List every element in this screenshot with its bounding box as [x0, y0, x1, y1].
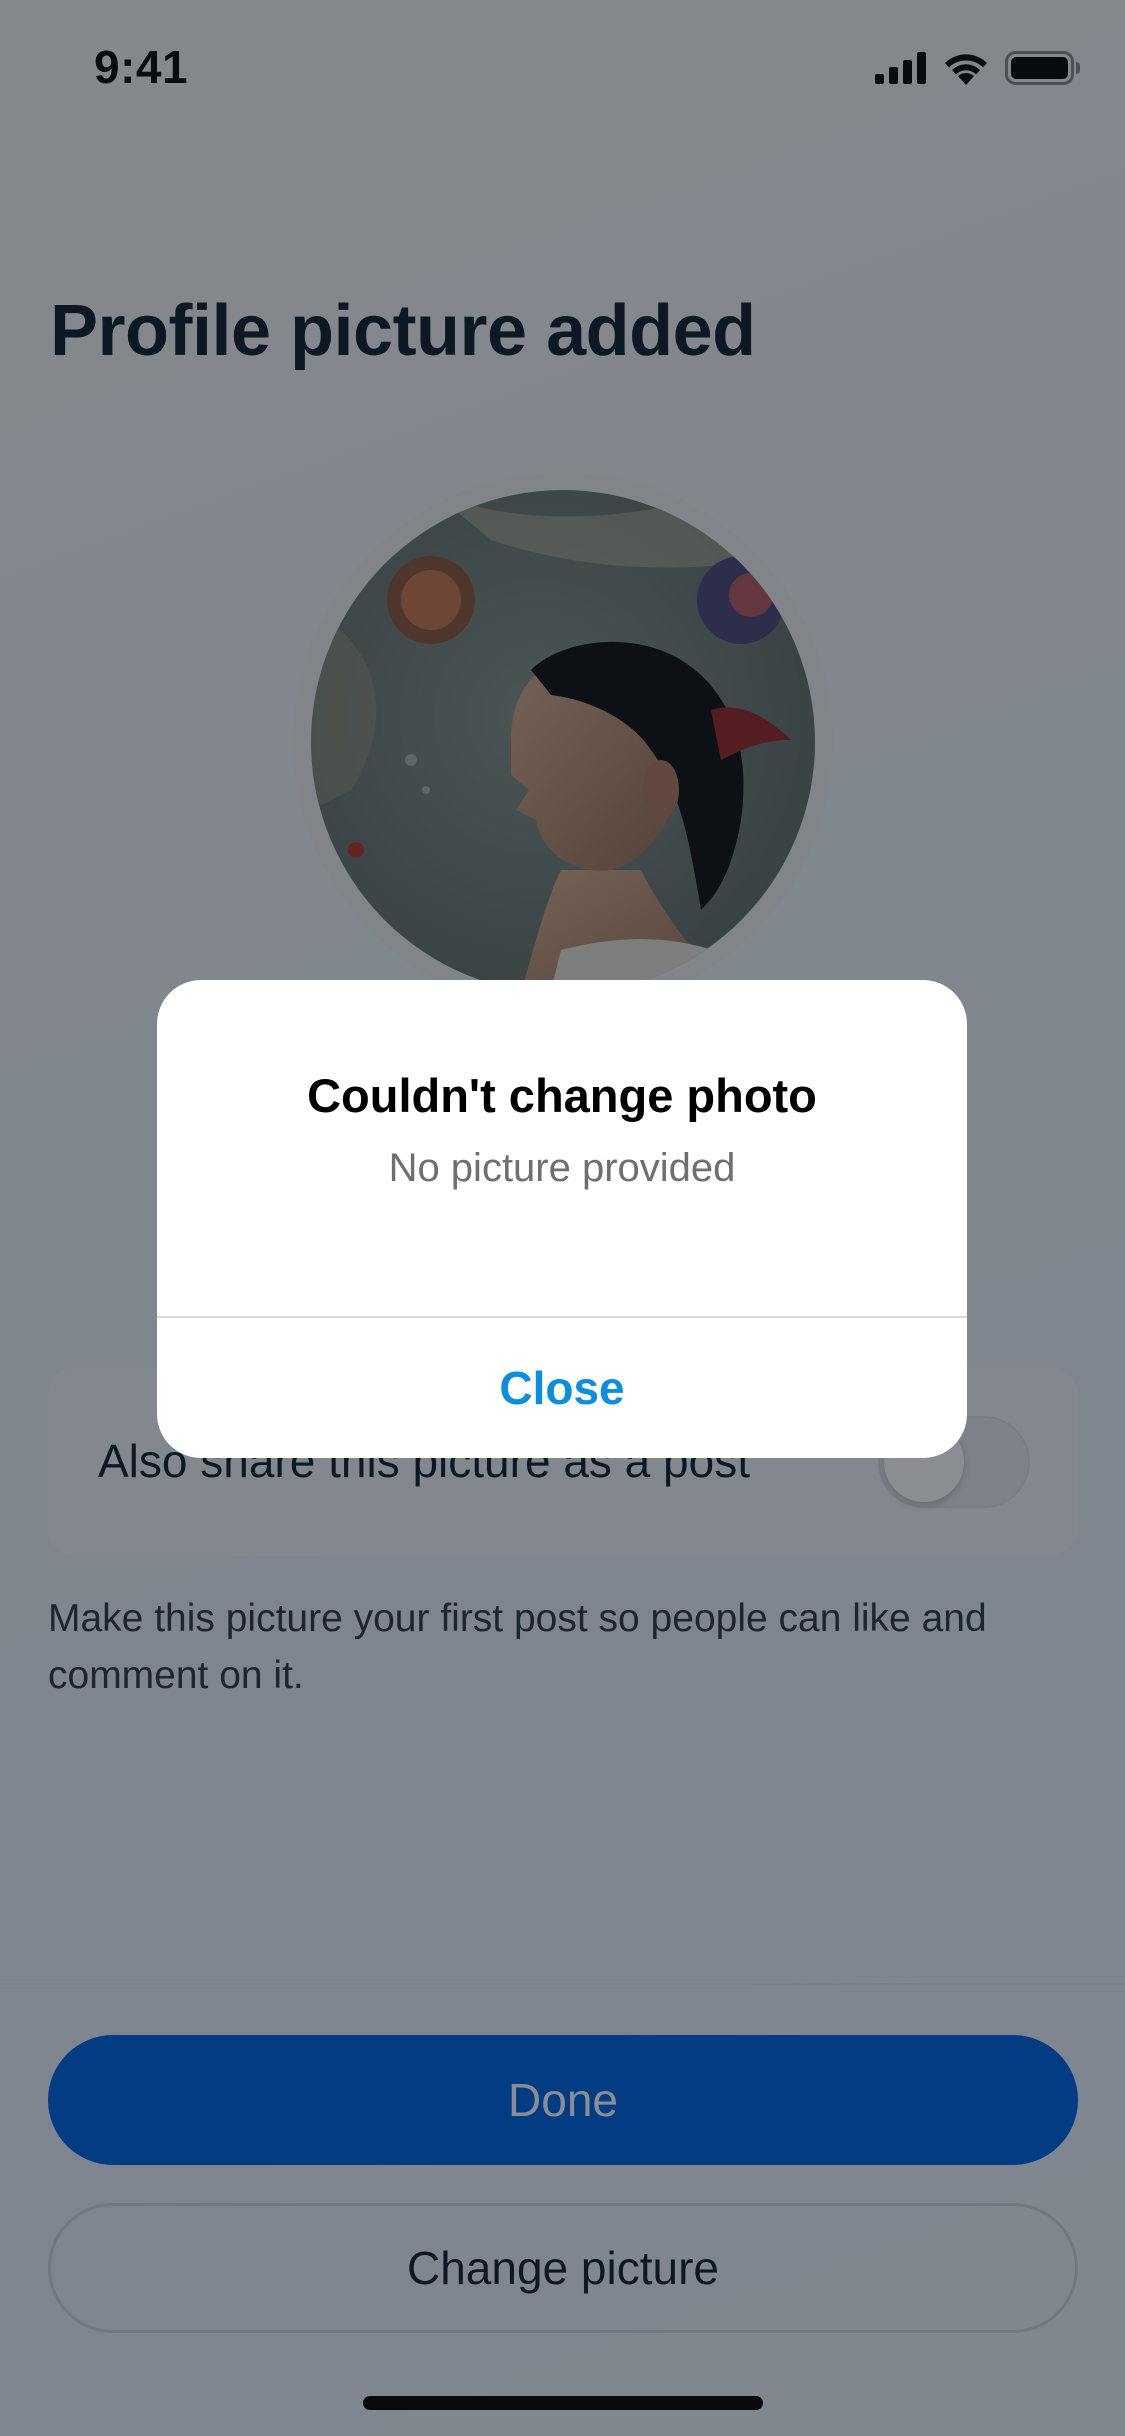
alert-message: No picture provided — [388, 1146, 736, 1190]
alert-dialog: Couldn't change photo No picture provide… — [157, 980, 967, 1458]
alert-title: Couldn't change photo — [307, 1069, 817, 1122]
close-button[interactable]: Close — [157, 1318, 967, 1458]
home-indicator[interactable] — [363, 2396, 763, 2410]
